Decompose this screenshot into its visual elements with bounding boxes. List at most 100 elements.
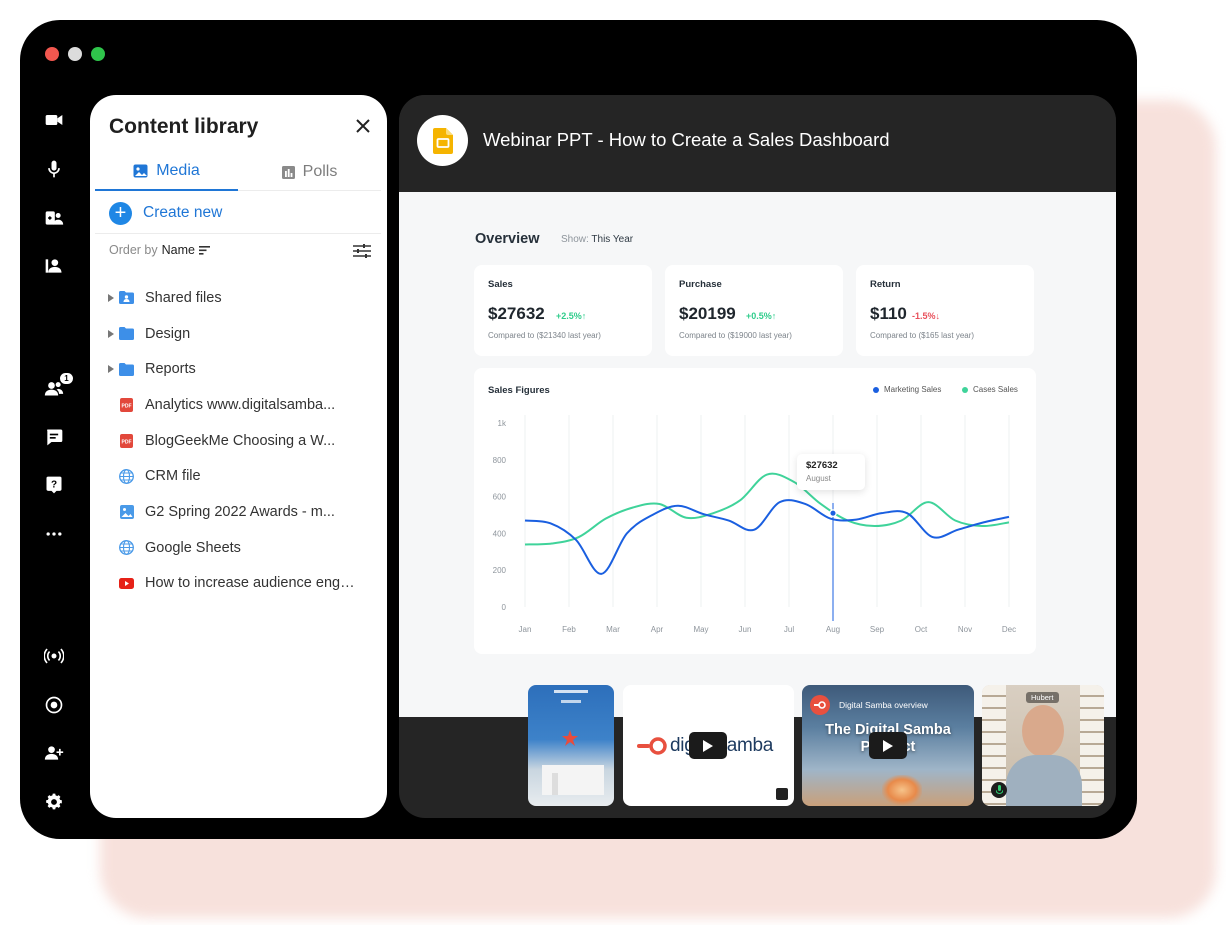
video-camera-icon[interactable] [42,108,66,132]
list-item[interactable]: CRM file [90,458,387,494]
x-tick-label: Mar [606,625,620,634]
y-tick-label: 600 [493,493,507,502]
list-item[interactable]: PDF BlogGeekMe Choosing a W... [90,423,387,459]
list-item[interactable]: How to increase audience enga... [90,566,387,602]
list-item-label: CRM file [145,468,201,485]
list-item[interactable]: G2 Spring 2022 Awards - m... [90,494,387,530]
fullscreen-icon[interactable] [776,788,788,800]
sort-control[interactable]: Order by Name [109,243,210,257]
kpi-label: Sales [488,279,513,290]
list-item-label: Shared files [145,289,222,306]
order-prefix: Order by [109,243,158,257]
list-item-label: BlogGeekMe Choosing a W... [145,432,336,449]
share-screen-icon[interactable] [42,206,66,230]
kpi-change: +0.5%↑ [746,311,777,321]
show-value: This Year [591,234,634,245]
kpi-compare: Compared to ($21340 last year) [488,331,601,340]
create-new-button[interactable]: + Create new [109,201,222,225]
bookshelf [1080,685,1104,806]
list-item-label: Design [145,325,191,342]
order-value: Name [161,243,195,257]
settings-icon[interactable] [42,790,66,814]
close-icon[interactable] [355,118,371,134]
kpi-label: Return [870,279,901,290]
slide-thumbnail[interactable] [528,685,614,806]
plus-icon: + [109,201,132,225]
qa-icon[interactable]: ? [42,473,66,497]
kpi-compare: Compared to ($19000 last year) [679,331,792,340]
thumbnail-logo [561,700,581,703]
play-button[interactable] [869,732,907,759]
kpi-change: +2.5%↑ [556,311,587,321]
record-icon[interactable] [42,693,66,717]
chevron-right-icon[interactable] [108,365,114,374]
video-thumbnail[interactable]: Digital Samba overview The Digital Samba… [802,685,974,806]
list-item[interactable]: Shared files [90,280,387,316]
svg-text:?: ? [51,480,57,491]
close-window-button[interactable] [45,47,59,61]
microphone-icon[interactable] [42,157,66,181]
x-tick-label: Jan [519,625,532,634]
chat-icon[interactable] [42,425,66,449]
maximize-window-button[interactable] [91,47,105,61]
y-tick-label: 200 [493,566,507,575]
invite-user-icon[interactable] [42,741,66,765]
pdf-icon: PDF [119,433,134,448]
y-tick-label: 1k [498,419,507,428]
overview-title: Overview [475,231,540,247]
x-tick-label: Feb [562,625,576,634]
library-tabs: Media Polls [95,153,381,191]
sort-icon [198,245,210,255]
kpi-value: $110 [870,304,907,323]
image-icon [133,164,148,178]
x-tick-label: May [693,625,708,634]
play-button[interactable] [689,732,727,759]
list-item[interactable]: Reports [90,351,387,387]
broadcast-icon[interactable] [42,644,66,668]
x-tick-label: Aug [826,625,840,634]
video-thumbnail[interactable]: digitalsamba [623,685,794,806]
list-item-label: Analytics www.digitalsamba... [145,396,336,413]
participant-video[interactable]: Hubert [982,685,1104,806]
presenter-icon[interactable] [42,254,66,278]
pdf-icon: PDF [119,397,134,412]
panel-title: Content library [109,115,259,138]
kpi-value: $20199 [679,304,736,323]
y-tick-label: 0 [502,603,507,612]
tab-media[interactable]: Media [95,153,238,191]
list-item[interactable]: PDF Analytics www.digitalsamba... [90,387,387,423]
video-title: Digital Samba overview [839,700,928,710]
filter-icon[interactable] [353,243,371,259]
presentation-title: Webinar PPT - How to Create a Sales Dash… [483,129,890,150]
library-list: Shared files Design Reports PDF Analytic… [90,280,387,601]
list-item[interactable]: Design [90,316,387,352]
rocket-flame [882,775,922,805]
x-tick-label: Jun [739,625,752,634]
presentation-header: Webinar PPT - How to Create a Sales Dash… [399,95,1116,192]
folder-icon [119,362,134,377]
chevron-right-icon[interactable] [108,329,114,338]
minimize-window-button[interactable] [68,47,82,61]
tooltip-value: $27632 [806,460,838,471]
digitalsamba-logo [810,695,830,715]
list-item[interactable]: Google Sheets [90,530,387,566]
youtube-icon [119,576,134,591]
folder-icon [119,326,134,341]
kpi-card-purchase: Purchase $20199 +0.5%↑ Compared to ($190… [665,265,843,356]
web-icon [119,540,134,556]
divider [95,233,381,234]
list-item-label: Reports [145,361,196,378]
kpi-label: Purchase [679,279,722,290]
shared-folder-icon [119,290,134,305]
kpi-card-sales: Sales $27632 +2.5%↑ Compared to ($21340 … [474,265,652,356]
show-prefix: Show: [561,234,589,245]
avatar [1022,705,1064,757]
participant-name: Hubert [1026,692,1059,703]
x-tick-label: Apr [651,625,664,634]
poll-icon [281,165,295,179]
stage: 1 ? Content library Media Polls + Create… [0,0,1226,925]
tab-polls[interactable]: Polls [238,153,381,191]
participants-badge: 1 [60,373,73,384]
more-icon[interactable] [42,522,66,546]
chevron-right-icon[interactable] [108,293,114,302]
